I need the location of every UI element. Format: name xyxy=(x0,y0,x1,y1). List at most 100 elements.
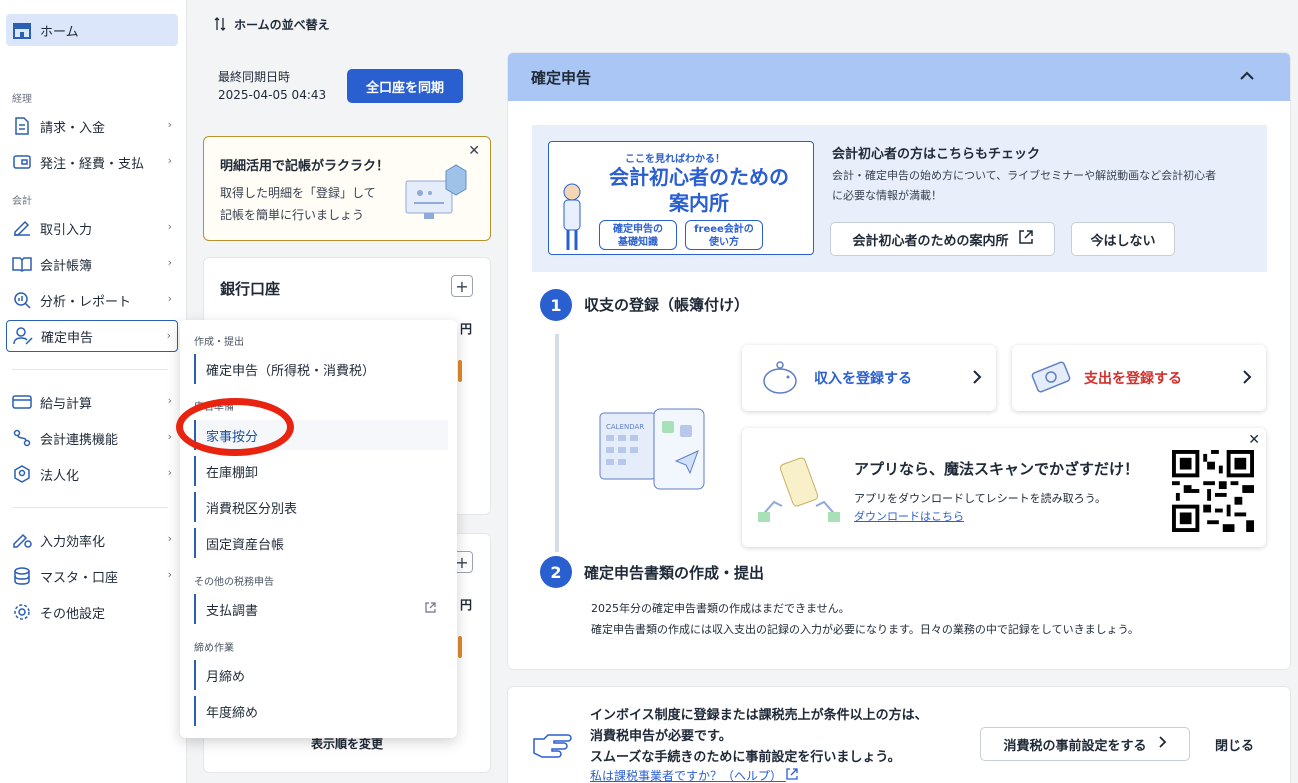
chevron-right-icon: › xyxy=(166,329,171,342)
menu-item-fixed-assets[interactable]: 固定資産台帳 xyxy=(194,528,448,558)
banner-pill-line: 確定申告の xyxy=(613,224,663,235)
menu-section-label: 作成・提出 xyxy=(194,337,244,348)
sidebar-item-label: 請求・入金 xyxy=(40,120,106,136)
sidebar-item-transactions[interactable]: 取引入力 › xyxy=(6,212,178,244)
register-expense-button[interactable]: 支出を登録する xyxy=(1012,345,1266,411)
sidebar-item-label: ホーム xyxy=(40,24,79,40)
database-icon xyxy=(12,566,32,586)
link-label: 私は課税事業者ですか？（ヘルプ） xyxy=(590,769,783,783)
sidebar-item-payroll[interactable]: 給与計算 › xyxy=(6,386,178,418)
not-now-button[interactable]: 今はしない xyxy=(1071,222,1175,256)
sidebar-item-efficiency[interactable]: 入力効率化 › xyxy=(6,524,178,556)
money-icon xyxy=(1031,361,1071,393)
external-link-icon xyxy=(425,602,436,617)
sidebar-item-reports[interactable]: 分析・レポート › xyxy=(6,284,178,316)
button-label: 会計初心者のための案内所 xyxy=(852,233,1009,249)
phone-scan-illustration xyxy=(758,457,840,522)
step-number: 2 xyxy=(540,556,572,588)
sidebar-item-integrations[interactable]: 会計連携機能 › xyxy=(6,422,178,454)
close-icon[interactable]: ✕ xyxy=(468,143,480,159)
chevron-right-icon: › xyxy=(167,394,172,407)
add-account-button[interactable]: + xyxy=(451,275,473,297)
tax-panel-header[interactable]: 確定申告 xyxy=(508,53,1290,101)
menu-item-monthly-close[interactable]: 月締め xyxy=(194,660,448,690)
sidebar-item-label: 分析・レポート xyxy=(40,294,132,310)
tip-card: 明細活用で記帳がラクラク！ 取得した明細を「登録」して 記帳を簡単に行いましょう… xyxy=(203,136,491,241)
sort-home-button[interactable]: ホームの並べ替え xyxy=(212,14,330,34)
guide-text: 会計初心者の方はこちらもチェック 会計・確定申告の始め方について、ライブセミナー… xyxy=(832,143,1262,206)
card-icon xyxy=(12,392,32,412)
bank-card-title: 銀行口座 xyxy=(220,280,281,298)
banner-pill-line: 使い方 xyxy=(709,237,739,248)
menu-item-label: 支払調書 xyxy=(206,603,259,619)
chevron-right-icon: › xyxy=(167,466,172,479)
step-number: 1 xyxy=(540,289,572,321)
person-percent-icon xyxy=(13,326,33,346)
tax-panel-title: 確定申告 xyxy=(531,68,592,87)
app-download-link[interactable]: ダウンロードはこちら xyxy=(854,508,964,524)
gear-icon xyxy=(12,602,32,622)
step2-desc-line: 2025年分の確定申告書類の作成はまだできません。 xyxy=(591,602,850,615)
person-illustration xyxy=(563,183,581,250)
sidebar-item-settings[interactable]: その他設定 xyxy=(6,596,178,628)
currency-label: 円 xyxy=(460,322,473,336)
banner-subtitle: ここを見ればわかる！ xyxy=(625,154,725,165)
banner-pill-howto: freee会計の 使い方 xyxy=(685,220,763,250)
sidebar-item-label: 確定申告 xyxy=(41,330,94,346)
consumption-tax-setup-button[interactable]: 消費税の事前設定をする xyxy=(980,727,1190,761)
banner-pill-basics: 確定申告の 基礎知識 xyxy=(599,220,677,250)
taxable-help-link[interactable]: 私は課税事業者ですか？（ヘルプ） xyxy=(590,767,798,783)
magnifier-chart-icon xyxy=(12,290,32,310)
invoice-text-line: スムーズな手続きのために事前設定を行いましょう。 xyxy=(590,750,901,765)
book-icon xyxy=(12,254,32,274)
app-promo-card: ✕ アプリなら、魔法スキャンでかざすだけ！ アプリをダウンロードしてレシートを読… xyxy=(742,428,1266,547)
sidebar-item-label: 会計連携機能 xyxy=(40,432,119,448)
menu-item-annual-close[interactable]: 年度締め xyxy=(194,696,448,726)
sidebar-item-tax-return[interactable]: 確定申告 › xyxy=(6,320,178,352)
sidebar-item-label: 給与計算 xyxy=(40,396,93,412)
step2-desc: 2025年分の確定申告書類の作成はまだできません。 確定申告書類の作成には収入支… xyxy=(591,598,1139,640)
chevron-right-icon xyxy=(1158,736,1167,752)
income-label: 収入を登録する xyxy=(814,371,912,387)
menu-item-tax-return[interactable]: 確定申告（所得税・消費税） xyxy=(194,354,448,384)
sidebar-item-home[interactable]: ホーム xyxy=(6,14,178,46)
close-button[interactable]: 閉じる xyxy=(1215,735,1254,754)
calendar-label: CALENDAR xyxy=(606,423,644,431)
sync-all-button[interactable]: 全口座を同期 xyxy=(347,69,463,103)
sidebar-section-label: 会計 xyxy=(12,196,32,207)
tax-return-panel: 確定申告 ここを見ればわかる！ 会計初心者のための 案内所 確定申告の 基礎知識… xyxy=(507,52,1291,670)
guide-desc-line: 会計・確定申告の始め方について、ライブセミナーや解説動画など会計初心者 xyxy=(832,169,1217,182)
sidebar-item-label: マスタ・口座 xyxy=(40,570,119,586)
guide-title: 会計初心者の方はこちらもチェック xyxy=(832,147,1041,162)
tax-return-submenu: 作成・提出 確定申告（所得税・消費税） 申告準備 家事按分 在庫棚卸 消費税区分… xyxy=(180,320,457,738)
sidebar-item-incorporation[interactable]: 法人化 › xyxy=(6,458,178,490)
invoice-text-line: 消費税申告が必要です。 xyxy=(590,729,732,744)
sidebar-item-expenses[interactable]: 発注・経費・支払 › xyxy=(6,146,178,178)
document-icon xyxy=(12,116,32,136)
menu-item-payment-report[interactable]: 支払調書 xyxy=(194,594,448,624)
menu-section-label: 申告準備 xyxy=(194,402,234,413)
chevron-up-icon[interactable] xyxy=(1240,65,1254,84)
sidebar-item-label: その他設定 xyxy=(40,606,106,622)
piggy-bank-icon xyxy=(763,361,797,394)
beginner-guide-box: ここを見ればわかる！ 会計初心者のための 案内所 確定申告の 基礎知識 free… xyxy=(532,125,1267,272)
expense-label: 支出を登録する xyxy=(1084,371,1182,387)
guide-desc: 会計・確定申告の始め方について、ライブセミナーや解説動画など会計初心者 に必要な… xyxy=(832,166,1262,206)
menu-item-consumption-tax-table[interactable]: 消費税区分別表 xyxy=(194,492,448,522)
menu-item-inventory[interactable]: 在庫棚卸 xyxy=(194,456,448,486)
register-income-button[interactable]: 収入を登録する xyxy=(742,345,996,411)
menu-item-household-allocation[interactable]: 家事按分 xyxy=(194,420,448,450)
sidebar-item-master[interactable]: マスタ・口座 › xyxy=(6,560,178,592)
chevron-right-icon: › xyxy=(167,430,172,443)
sidebar-item-ledger[interactable]: 会計帳簿 › xyxy=(6,248,178,280)
sidebar-item-label: 入力効率化 xyxy=(40,534,106,550)
sidebar-item-label: 発注・経費・支払 xyxy=(40,156,145,172)
connection-icon xyxy=(12,428,32,448)
sidebar-item-invoice[interactable]: 請求・入金 › xyxy=(6,110,178,142)
beginner-guide-banner[interactable]: ここを見ればわかる！ 会計初心者のための 案内所 確定申告の 基礎知識 free… xyxy=(548,141,814,255)
beginner-guide-button[interactable]: 会計初心者のための案内所 xyxy=(830,222,1055,256)
wallet-icon xyxy=(12,152,32,172)
pointing-hand-icon xyxy=(533,734,572,758)
close-icon[interactable]: ✕ xyxy=(1248,432,1260,448)
store-icon xyxy=(12,20,32,40)
